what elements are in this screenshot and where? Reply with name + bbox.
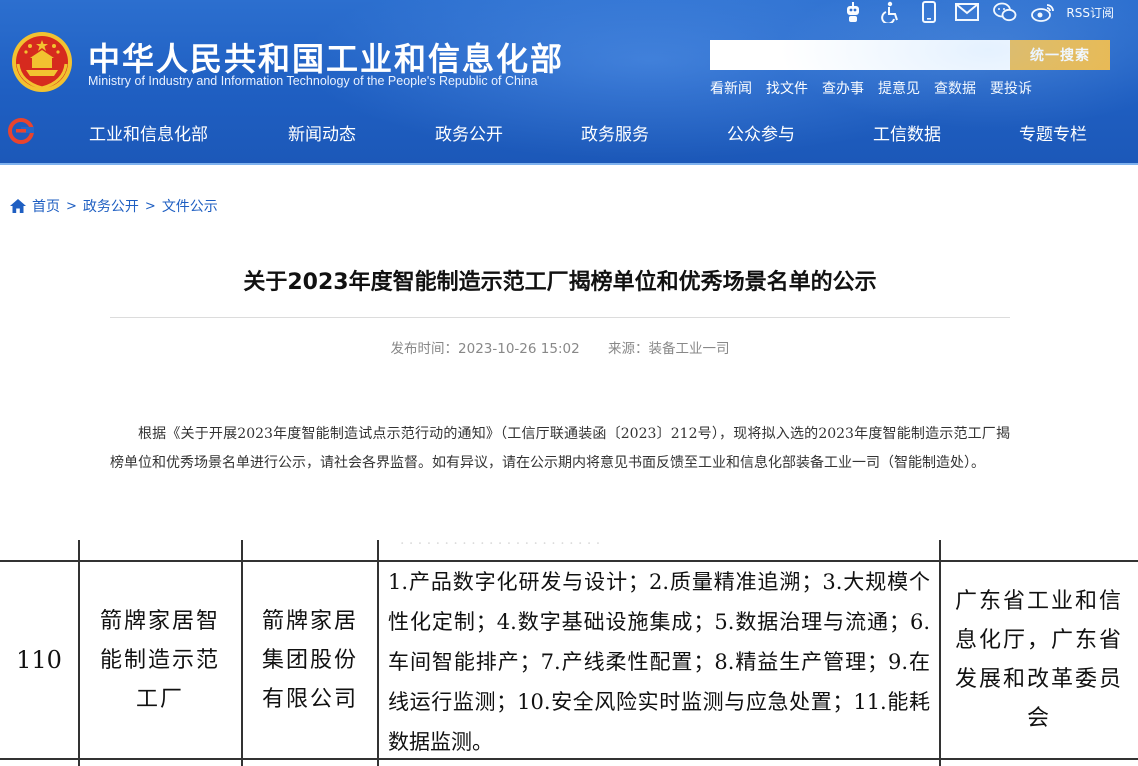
main-nav: 工业和信息化部 新闻动态 政务公开 政务服务 公众参与 工信数据 专题专栏 (0, 116, 1138, 148)
article-meta: 发布时间：2023-10-26 15:02 来源：装备工业一司 (110, 337, 1010, 357)
quick-link-complaint[interactable]: 要投诉 (990, 78, 1032, 98)
mobile-icon[interactable] (910, 0, 948, 24)
site-header: 中华人民共和国工业和信息化部 Ministry of Industry and … (0, 0, 1138, 165)
table-cell-scenes: 1.产品数字化研发与设计；2.质量精准追溯；3.大规模个性化定制；4.数字基础设… (388, 570, 930, 754)
article-divider (110, 317, 1010, 318)
quick-link-news[interactable]: 看新闻 (710, 78, 752, 98)
breadcrumb-gov-affairs[interactable]: 政务公开 (83, 196, 139, 216)
table-cell-recommender: 广东省工业和信息化厅，广东省发展和改革委员会 (954, 589, 1123, 731)
search-button[interactable]: 统一搜索 (1010, 40, 1110, 70)
weibo-icon[interactable] (1024, 0, 1062, 24)
breadcrumb-separator: > (144, 198, 156, 214)
quick-link-feedback[interactable]: 提意见 (878, 78, 920, 98)
table-border (377, 540, 379, 766)
nav-item-gov-services[interactable]: 政务服务 (581, 120, 649, 145)
table-cell-number: 110 (16, 646, 62, 674)
quick-link-services[interactable]: 查办事 (822, 78, 864, 98)
previous-row-remnant: · · · · · · · · · · · · · · · · · · · · … (400, 540, 601, 552)
nav-item-news[interactable]: 新闻动态 (288, 120, 356, 145)
quick-links: 看新闻 找文件 查办事 提意见 查数据 要投诉 (710, 78, 1032, 98)
nav-item-ministry[interactable]: 工业和信息化部 (89, 120, 208, 145)
nav-item-topics[interactable]: 专题专栏 (1019, 120, 1087, 145)
nav-item-data[interactable]: 工信数据 (873, 120, 941, 145)
breadcrumb-file-notice[interactable]: 文件公示 (162, 196, 218, 216)
breadcrumb-separator: > (66, 198, 77, 214)
table-border (939, 540, 941, 766)
table-cell-factory: 箭牌家居智能制造示范工厂 (99, 608, 220, 712)
accessibility-icon[interactable] (872, 0, 910, 24)
wechat-icon[interactable] (986, 0, 1024, 24)
article-source: 来源：装备工业一司 (607, 341, 730, 357)
notice-table-image: · · · · · · · · · · · · · · · · · · · · … (0, 540, 1138, 766)
table-border (78, 540, 80, 766)
breadcrumb-home[interactable]: 首页 (32, 196, 60, 216)
breadcrumb: 首页 > 政务公开 > 文件公示 (10, 196, 218, 216)
table-border (241, 540, 243, 766)
publish-time: 发布时间：2023-10-26 15:02 (390, 341, 580, 357)
quick-link-data[interactable]: 查数据 (934, 78, 976, 98)
article-title: 关于2023年度智能制造示范工厂揭榜单位和优秀场景名单的公示 (243, 270, 877, 295)
nav-item-public-participation[interactable]: 公众参与 (727, 120, 795, 145)
table-cell-company: 箭牌家居集团股份有限公司 (261, 608, 358, 712)
top-toolbar: RSS订阅 (834, 0, 1114, 24)
article-body: 根据《关于开展2023年度智能制造试点示范行动的通知》（工信厅联通装函〔2023… (110, 426, 1010, 471)
rss-icon[interactable]: RSS订阅 (1062, 0, 1114, 24)
mail-icon[interactable] (948, 0, 986, 24)
nav-item-gov-affairs[interactable]: 政务公开 (435, 120, 503, 145)
search-input[interactable] (710, 40, 1010, 70)
home-icon[interactable] (10, 199, 26, 213)
site-subtitle: Ministry of Industry and Information Tec… (88, 74, 538, 88)
header-divider (0, 163, 1138, 165)
rss-label[interactable]: RSS订阅 (1066, 4, 1114, 21)
national-emblem-icon[interactable] (10, 30, 74, 94)
quick-link-files[interactable]: 找文件 (766, 78, 808, 98)
robot-icon[interactable] (834, 0, 872, 24)
